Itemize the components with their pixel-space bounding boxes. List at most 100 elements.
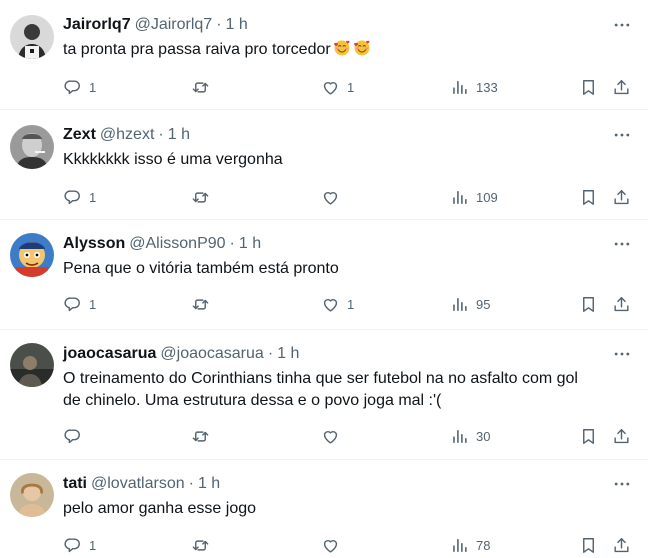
views-button[interactable]: 95 [450, 293, 490, 315]
tweet-text: ta pronta pra passa raiva pro torcedor [63, 39, 623, 61]
views-button[interactable]: 109 [450, 186, 498, 208]
like-button[interactable] [321, 534, 347, 556]
avatar[interactable] [10, 15, 54, 59]
more-icon[interactable] [612, 125, 632, 145]
views-icon [450, 536, 469, 555]
retweet-icon [191, 536, 210, 555]
reply-button[interactable]: 1 [63, 76, 96, 98]
views-button[interactable]: 30 [450, 425, 490, 447]
more-icon[interactable] [612, 474, 632, 494]
user-handle[interactable]: @AlissonP90 [129, 233, 225, 255]
avatar[interactable] [10, 233, 54, 277]
heart-icon [321, 427, 340, 446]
views-icon [450, 188, 469, 207]
reply-tweet[interactable]: joaocasarua @joaocasarua · 1 h O treinam… [0, 330, 648, 460]
views-icon [450, 427, 469, 446]
retweet-button[interactable] [191, 293, 217, 315]
reply-button[interactable]: 1 [63, 186, 96, 208]
like-button[interactable]: 1 [321, 76, 354, 98]
retweet-button[interactable] [191, 534, 217, 556]
tweet-header: Alysson @AlissonP90 · 1 h [63, 233, 261, 255]
bookmark-button[interactable] [579, 293, 598, 315]
tweet-text: pelo amor ganha esse jogo [63, 500, 257, 517]
like-button[interactable]: 1 [321, 293, 354, 315]
bookmark-button[interactable] [579, 425, 598, 447]
tweet-header: Jairorlq7 @Jairorlq7 · 1 h [63, 14, 248, 36]
display-name[interactable]: tati [63, 473, 87, 495]
reply-icon [63, 536, 82, 555]
replies-feed: Jairorlq7 @Jairorlq7 · 1 h ta pronta pra… [0, 0, 648, 558]
share-button[interactable] [612, 425, 631, 447]
more-icon[interactable] [612, 344, 632, 364]
more-icon[interactable] [612, 234, 632, 254]
reply-button[interactable]: 1 [63, 534, 96, 556]
display-name[interactable]: Jairorlq7 [63, 14, 131, 36]
timestamp[interactable]: 1 h [277, 343, 299, 365]
user-handle[interactable]: @hzext [100, 124, 154, 146]
tweet-header: tati @lovatlarson · 1 h [63, 473, 220, 495]
reply-icon [63, 295, 82, 314]
reply-tweet[interactable]: Zext @hzext · 1 h Kkkkkkkk isso é uma ve… [0, 110, 648, 220]
view-count: 30 [476, 428, 491, 444]
retweet-button[interactable] [191, 186, 217, 208]
retweet-button[interactable] [191, 76, 217, 98]
tweet-header: joaocasarua @joaocasarua · 1 h [63, 343, 299, 365]
display-name[interactable]: Alysson [63, 233, 125, 255]
reply-tweet[interactable]: tati @lovatlarson · 1 h pelo amor ganha … [0, 460, 648, 558]
reply-button[interactable] [63, 425, 89, 447]
action-bar: 1 1 133 [63, 76, 633, 98]
retweet-icon [191, 427, 210, 446]
retweet-button[interactable] [191, 425, 217, 447]
timestamp[interactable]: 1 h [226, 14, 248, 36]
share-button[interactable] [612, 534, 631, 556]
avatar[interactable] [10, 343, 54, 387]
views-icon [450, 295, 469, 314]
views-button[interactable]: 133 [450, 76, 498, 98]
avatar[interactable] [10, 473, 54, 517]
heart-icon [321, 536, 340, 555]
reply-tweet[interactable]: Alysson @AlissonP90 · 1 h Pena que o vit… [0, 220, 648, 330]
bookmark-icon [579, 295, 598, 314]
smiling-face-with-hearts-emoji-icon [333, 39, 351, 57]
tweet-text-line: O treinamento do Corinthians tinha que s… [63, 370, 578, 387]
reply-button[interactable]: 1 [63, 293, 96, 315]
reply-icon [63, 427, 82, 446]
display-name[interactable]: joaocasarua [63, 343, 156, 365]
user-handle[interactable]: @Jairorlq7 [135, 14, 213, 36]
share-button[interactable] [612, 186, 631, 208]
more-icon[interactable] [612, 15, 632, 35]
view-count: 133 [476, 79, 498, 95]
user-handle[interactable]: @lovatlarson [91, 473, 185, 495]
tweet-text: Pena que o vitória também está pronto [63, 260, 339, 277]
bookmark-icon [579, 78, 598, 97]
like-count: 1 [347, 296, 355, 312]
action-bar: 1 78 [63, 534, 633, 556]
like-count: 1 [347, 79, 355, 95]
avatar[interactable] [10, 125, 54, 169]
timestamp[interactable]: 1 h [198, 473, 220, 495]
bookmark-button[interactable] [579, 534, 598, 556]
retweet-icon [191, 78, 210, 97]
bookmark-button[interactable] [579, 186, 598, 208]
like-button[interactable] [321, 186, 347, 208]
timestamp[interactable]: 1 h [168, 124, 190, 146]
reply-count: 1 [89, 537, 97, 553]
heart-icon [321, 295, 340, 314]
share-button[interactable] [612, 293, 631, 315]
tweet-text: O treinamento do Corinthians tinha que s… [63, 368, 623, 412]
timestamp[interactable]: 1 h [239, 233, 261, 255]
view-count: 95 [476, 296, 491, 312]
share-icon [612, 295, 631, 314]
share-icon [612, 536, 631, 555]
views-button[interactable]: 78 [450, 534, 490, 556]
share-button[interactable] [612, 76, 631, 98]
retweet-icon [191, 295, 210, 314]
bookmark-button[interactable] [579, 76, 598, 98]
reply-count: 1 [89, 79, 97, 95]
user-handle[interactable]: @joaocasarua [160, 343, 263, 365]
reply-icon [63, 188, 82, 207]
reply-count: 1 [89, 189, 97, 205]
like-button[interactable] [321, 425, 347, 447]
reply-tweet[interactable]: Jairorlq7 @Jairorlq7 · 1 h ta pronta pra… [0, 0, 648, 110]
display-name[interactable]: Zext [63, 124, 96, 146]
